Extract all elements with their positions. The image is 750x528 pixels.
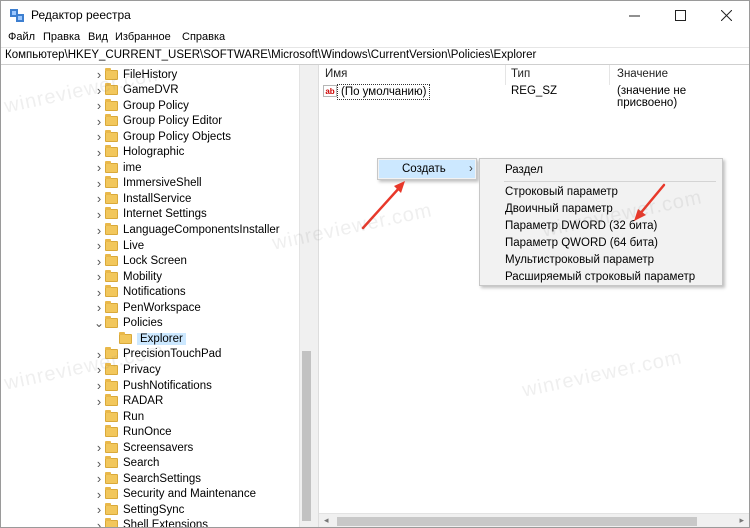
registry-editor-window: Редактор реестра Файл Правка Вид Избранн… (0, 0, 750, 528)
red-arrow-icon (361, 181, 405, 230)
red-arrow-icon (634, 183, 666, 221)
annotation-overlay (361, 181, 666, 230)
